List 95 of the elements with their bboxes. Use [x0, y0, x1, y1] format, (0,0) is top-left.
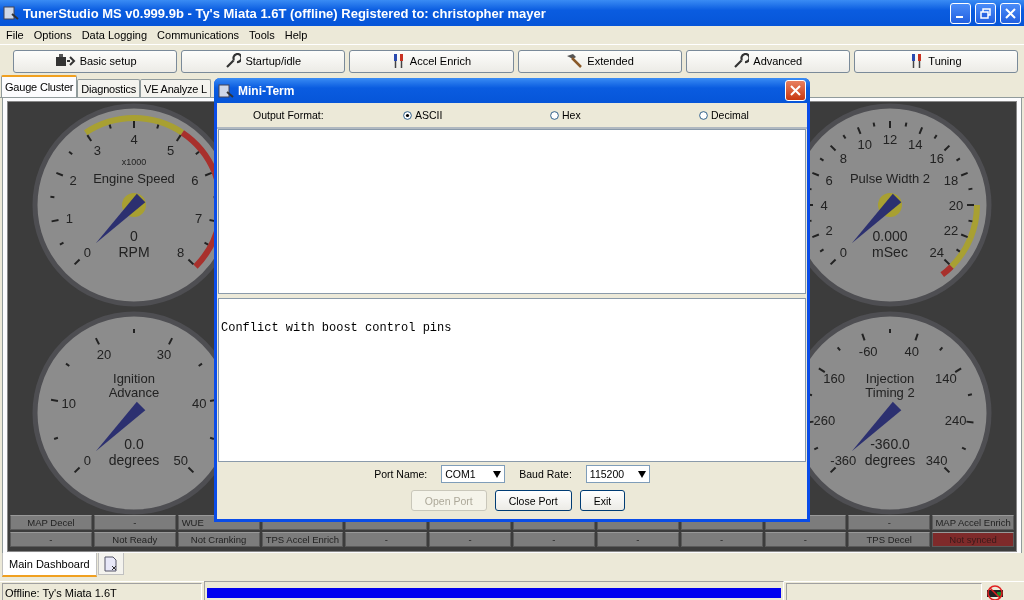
gauge-label: 0 — [83, 452, 91, 468]
gauge-label: 0 — [83, 244, 91, 260]
gauge-label: 10 — [857, 137, 872, 152]
gauge-label: 260 — [813, 413, 836, 429]
gauge-value: 0 — [130, 228, 138, 244]
gauge-value: 0.0 — [124, 436, 144, 452]
gauge-label: 7 — [195, 210, 203, 226]
gauge-label: 160 — [823, 370, 845, 386]
gauge-label: 6 — [825, 172, 833, 188]
tab[interactable]: Main Dashboard — [2, 553, 97, 577]
gauge-scale: x1000 — [121, 157, 147, 167]
indicator: - — [429, 532, 511, 547]
gauge-label: 40 — [904, 343, 920, 359]
gauge-label: -60 — [858, 343, 878, 359]
output-text: Conflict with boost control pins — [220, 321, 453, 335]
field-label: Baud Rate: — [519, 468, 572, 480]
gauge-value: 0.000 — [872, 228, 908, 244]
indicator: - — [596, 532, 679, 547]
gauge-label: 12 — [882, 132, 898, 147]
gauge-label: 14 — [908, 137, 923, 152]
gauge-label: 5 — [167, 143, 175, 159]
gauge-label: 4 — [820, 198, 828, 213]
indicator: - — [345, 532, 428, 547]
gauge-label: 24 — [929, 244, 944, 260]
gauge-title: Ignition Advance — [108, 371, 160, 400]
gauge-label: 10 — [61, 395, 77, 411]
gauge-label: 20 — [96, 347, 112, 363]
dialog-button[interactable]: Close Port — [494, 490, 572, 511]
gauge-label: -360 — [830, 452, 857, 468]
toolbar-button[interactable]: Basic setup — [13, 49, 178, 73]
gauge-unit: RPM — [118, 244, 150, 260]
status-text: Offline: Ty's Miata 1.6T — [2, 583, 202, 600]
field-label: Port Name: — [374, 468, 428, 480]
gauge-label: 6 — [191, 172, 199, 188]
dialog-title: Mini-Term — [238, 83, 296, 98]
gauge-label: 1 — [65, 210, 73, 226]
gauge-label: 8 — [177, 244, 185, 260]
indicator: Not synced — [932, 532, 1014, 547]
indicator: - — [10, 532, 92, 547]
port-dropdown[interactable]: COM1 — [441, 465, 506, 483]
radio-button[interactable]: ASCII — [403, 109, 550, 121]
menu-item[interactable]: Data Logging — [77, 29, 154, 41]
indicator: - — [764, 532, 847, 547]
gauge-label: 2 — [825, 223, 833, 239]
gauge-label: 30 — [156, 347, 172, 363]
tab[interactable]: Diagnostics — [77, 79, 140, 97]
gauge-label: 18 — [943, 172, 959, 188]
gauge-title: Injection Timing 2 — [865, 371, 915, 400]
indicator: - — [513, 532, 595, 547]
gauge-label: 2 — [69, 172, 77, 188]
menu-item[interactable]: Options — [29, 29, 78, 41]
radio-button[interactable]: Decimal — [699, 109, 807, 121]
toolbar-button[interactable]: Accel Enrich — [349, 49, 514, 73]
field-label: Output Format: — [253, 109, 325, 121]
tab[interactable]: Gauge Cluster — [1, 75, 78, 97]
gauge-label: 22 — [943, 223, 959, 239]
toolbar-button[interactable]: Advanced — [685, 49, 850, 73]
window-title: TunerStudio MS v0.999.9b - Ty's Miata 1.6T (offline) Registered to: christopher mayer — [23, 5, 547, 21]
gauge-label: 40 — [191, 395, 207, 411]
gauge-label: 4 — [130, 132, 138, 147]
gauge-title: Engine Speed — [93, 171, 175, 186]
radio-button[interactable]: Hex — [550, 109, 699, 121]
baud-dropdown[interactable]: 115200 — [585, 465, 650, 483]
tab[interactable]: VE Analyze L — [140, 79, 212, 97]
indicator: Not Ready — [93, 532, 176, 547]
gauge-label: 50 — [173, 452, 188, 468]
toolbar-button[interactable]: Extended — [517, 49, 682, 73]
gauge-label: 140 — [935, 370, 957, 386]
menu-item[interactable]: Tools — [245, 29, 281, 41]
indicator: Not Cranking — [177, 532, 260, 547]
gauge-value: -360.0 — [870, 436, 910, 452]
gauge-label: 16 — [929, 151, 944, 167]
gauge-label: 8 — [839, 151, 847, 167]
gauge-title: Pulse Width 2 — [849, 171, 931, 186]
toolbar-button[interactable]: Tuning — [853, 49, 1019, 73]
gauge-label: 0 — [839, 244, 847, 260]
menu-item[interactable]: Communications — [153, 29, 246, 41]
indicator: MAP Decel — [10, 515, 92, 530]
dialog-button[interactable]: Exit — [579, 490, 626, 511]
indicator: - — [93, 515, 176, 530]
indicator: TPS Decel — [848, 532, 931, 547]
indicator: MAP Accel Enrich — [932, 515, 1014, 530]
gauge-label: 20 — [948, 198, 964, 213]
gauge-label: 240 — [944, 413, 967, 429]
gauge-label: 340 — [925, 452, 948, 468]
indicator: TPS Accel Enrich — [261, 532, 344, 547]
indicator: - — [680, 532, 763, 547]
gauge-label: 3 — [93, 143, 101, 159]
menu-item[interactable]: Help — [280, 29, 314, 41]
gauge-unit: degrees — [108, 452, 160, 468]
gauge-unit: degrees — [864, 452, 916, 468]
toolbar-button[interactable]: Startup/idle — [181, 49, 346, 73]
gauge-unit: mSec — [872, 244, 908, 260]
indicator: - — [848, 515, 931, 530]
menu-item[interactable]: File — [2, 29, 30, 41]
